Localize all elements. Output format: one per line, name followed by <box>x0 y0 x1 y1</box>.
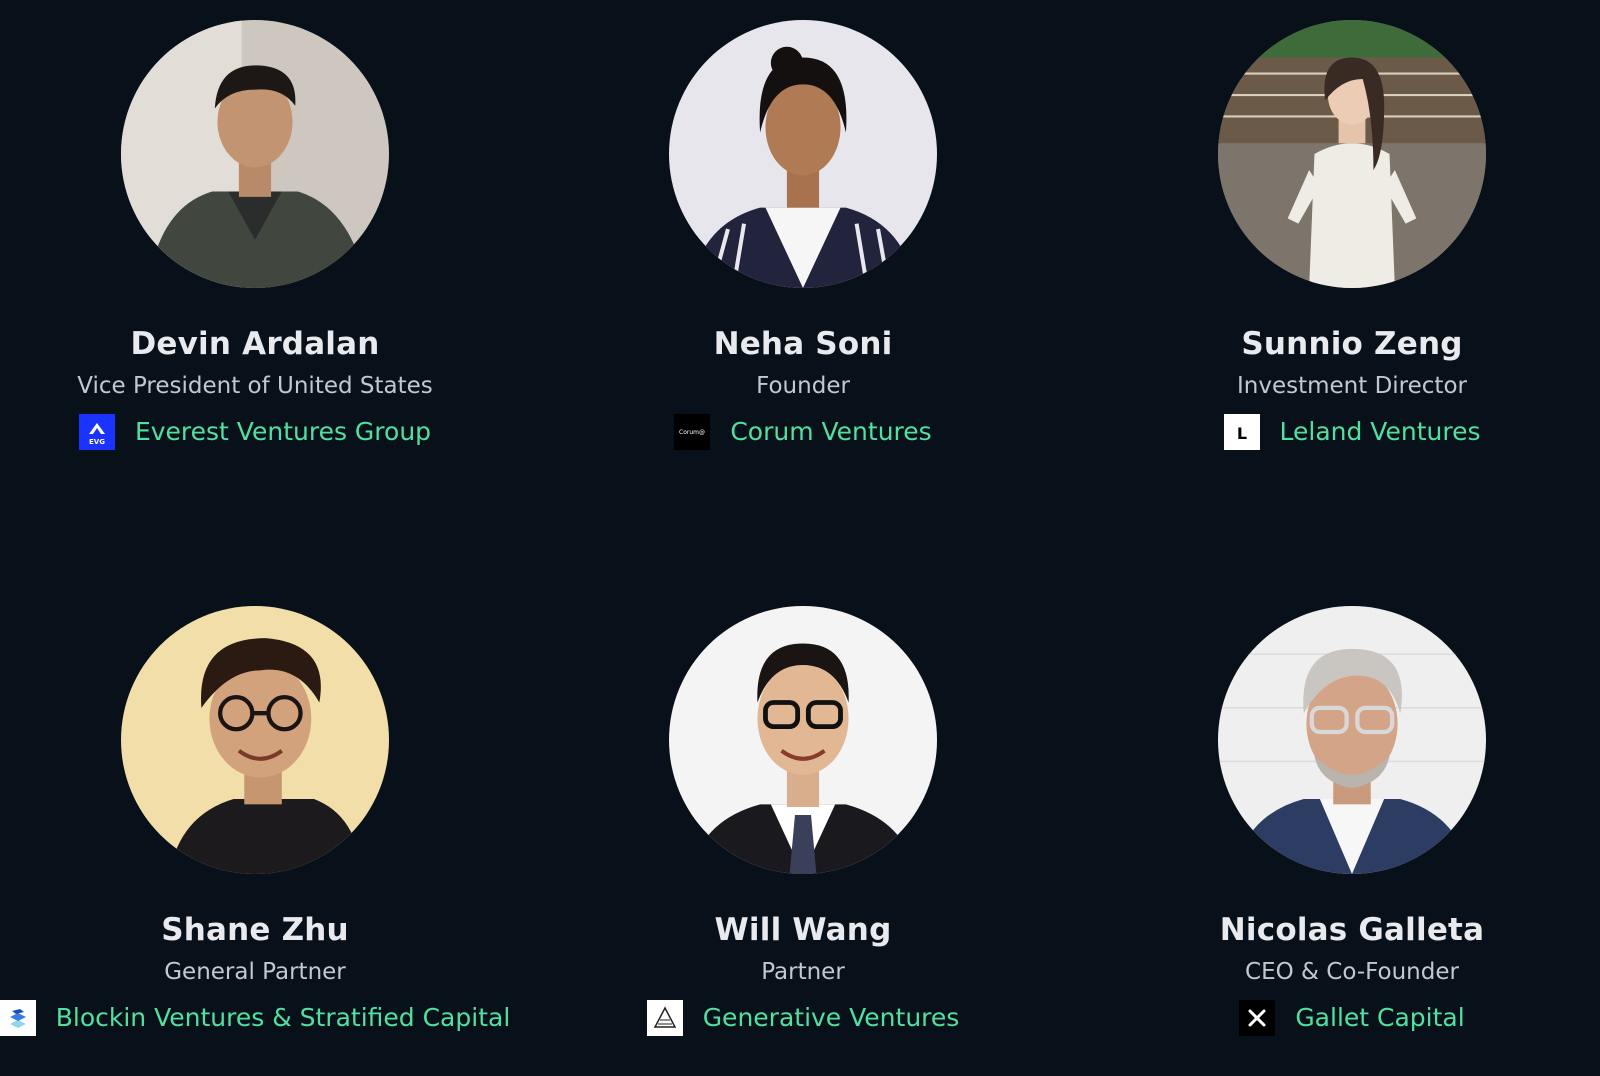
speaker-name: Sunnio Zeng <box>1241 326 1463 362</box>
speaker-card: Will Wang Partner Generative Ventures <box>533 606 1073 1036</box>
blockin-logo-icon <box>9 1009 26 1028</box>
company-link[interactable]: L Leland Ventures <box>1223 414 1481 450</box>
leland-logo-icon: L <box>1236 424 1246 443</box>
person-photo <box>1218 20 1486 288</box>
avatar <box>121 606 389 874</box>
company-link[interactable]: Gallet Capital <box>1239 1000 1465 1036</box>
logo-text: EVG <box>89 438 105 446</box>
corum-logo-icon: Corum@ <box>679 429 705 436</box>
company-logo <box>0 1000 36 1036</box>
company-logo <box>1239 1000 1276 1036</box>
company-link[interactable]: Blockin Ventures & Stratified Capital <box>0 1000 510 1036</box>
speaker-name: Devin Ardalan <box>130 326 380 362</box>
company-name: Gallet Capital <box>1295 1003 1465 1032</box>
company-logo <box>646 1000 683 1036</box>
speaker-name: Shane Zhu <box>161 912 349 948</box>
speaker-card: Devin Ardalan Vice President of United S… <box>0 20 525 450</box>
company-link[interactable]: EVG Everest Ventures Group <box>78 414 432 450</box>
logo-text: Corum@ <box>679 429 705 436</box>
company-logo: Corum@ <box>674 414 711 450</box>
company-name: Corum Ventures <box>730 417 932 446</box>
person-photo <box>669 606 937 874</box>
speaker-role: Founder <box>756 373 850 399</box>
company-name: Generative Ventures <box>702 1003 960 1032</box>
speaker-role: Vice President of United States <box>77 373 433 399</box>
person-photo <box>121 606 389 874</box>
speaker-role: CEO & Co-Founder <box>1245 959 1459 985</box>
company-link[interactable]: Generative Ventures <box>646 1000 960 1036</box>
company-name: Blockin Ventures & Stratified Capital <box>55 1003 511 1032</box>
company-link[interactable]: Corum@ Corum Ventures <box>674 414 932 450</box>
speaker-role: Investment Director <box>1237 373 1467 399</box>
avatar <box>669 606 937 874</box>
logo-text: L <box>1236 424 1246 443</box>
mountain-icon: EVG <box>88 423 105 446</box>
avatar <box>1218 20 1486 288</box>
speaker-card: Nicolas Galleta CEO & Co-Founder Gallet … <box>1082 606 1600 1036</box>
speaker-card: Neha Soni Founder Corum@ Corum Ventures <box>533 20 1073 450</box>
avatar <box>121 20 389 288</box>
x-logo-icon <box>1248 1009 1266 1027</box>
speaker-name: Will Wang <box>714 912 892 948</box>
speaker-card: Sunnio Zeng Investment Director L Leland… <box>1082 20 1600 450</box>
company-logo: L <box>1223 414 1260 450</box>
speaker-card: Shane Zhu General Partner Blockin Ventur… <box>0 606 525 1036</box>
company-name: Leland Ventures <box>1279 417 1481 446</box>
avatar <box>1218 606 1486 874</box>
person-photo <box>121 20 389 288</box>
speakers-grid: Devin Ardalan Vice President of United S… <box>0 0 1600 1076</box>
person-photo <box>669 20 937 288</box>
company-name: Everest Ventures Group <box>134 417 432 446</box>
speaker-role: General Partner <box>164 959 346 985</box>
avatar <box>669 20 937 288</box>
triangle-logo-icon <box>653 1006 676 1028</box>
speaker-role: Partner <box>761 959 845 985</box>
company-logo: EVG <box>78 414 115 450</box>
person-photo <box>1218 606 1486 874</box>
speaker-name: Nicolas Galleta <box>1219 912 1485 948</box>
speaker-name: Neha Soni <box>713 326 893 362</box>
